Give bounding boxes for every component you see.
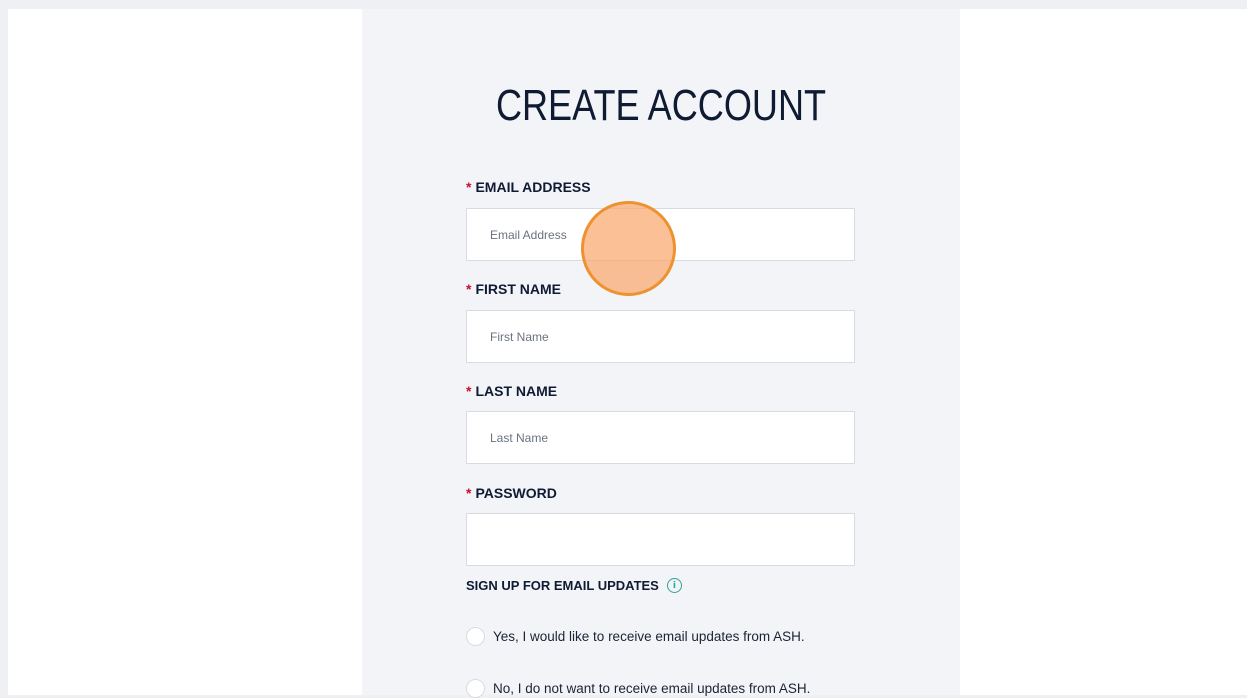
email-label-text: EMAIL ADDRESS: [475, 179, 591, 195]
required-marker: *: [466, 281, 472, 297]
required-marker: *: [466, 485, 472, 501]
last-name-label: * LAST NAME: [466, 383, 557, 399]
email-updates-yes-label[interactable]: Yes, I would like to receive email updat…: [493, 629, 805, 644]
first-name-label: * FIRST NAME: [466, 281, 561, 297]
email-updates-no-label[interactable]: No, I do not want to receive email updat…: [493, 681, 810, 696]
email-updates-label: SIGN UP FOR EMAIL UPDATES i: [466, 578, 682, 593]
radio-button[interactable]: [466, 679, 485, 698]
email-input[interactable]: [466, 208, 855, 261]
radio-button[interactable]: [466, 627, 485, 646]
password-label: * PASSWORD: [466, 485, 557, 501]
email-updates-label-text: SIGN UP FOR EMAIL UPDATES: [466, 578, 659, 593]
info-icon[interactable]: i: [666, 578, 682, 593]
required-marker: *: [466, 383, 472, 399]
email-updates-no-option[interactable]: No, I do not want to receive email updat…: [466, 679, 810, 698]
email-label: * EMAIL ADDRESS: [466, 179, 591, 195]
email-updates-yes-option[interactable]: Yes, I would like to receive email updat…: [466, 627, 805, 646]
password-label-text: PASSWORD: [475, 485, 557, 501]
page-title: CREATE ACCOUNT: [495, 81, 827, 130]
first-name-input[interactable]: [466, 310, 855, 363]
first-name-label-text: FIRST NAME: [475, 281, 562, 297]
last-name-label-text: LAST NAME: [475, 383, 558, 399]
last-name-input[interactable]: [466, 411, 855, 464]
password-input[interactable]: [466, 513, 855, 566]
required-marker: *: [466, 179, 472, 195]
